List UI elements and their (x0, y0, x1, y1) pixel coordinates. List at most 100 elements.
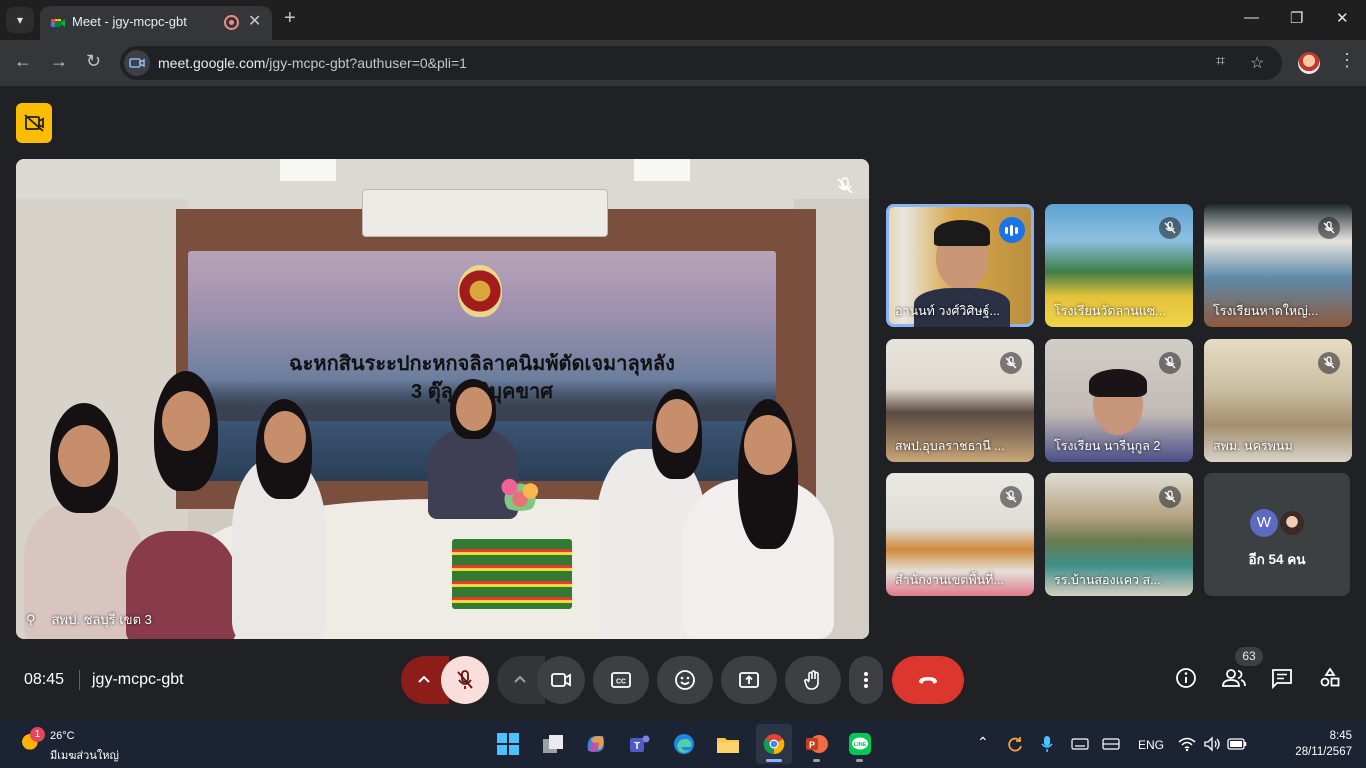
task-view-icon[interactable] (540, 731, 566, 757)
present-screen-button[interactable] (721, 656, 777, 704)
google-meet-icon (51, 19, 65, 27)
hang-up-icon (919, 677, 937, 684)
input-language-indicator[interactable]: ENG (1138, 738, 1164, 752)
new-tab-button[interactable]: + (284, 7, 296, 30)
svg-text:CC: CC (616, 679, 626, 686)
taskbar-clock[interactable]: 8:45 (1300, 730, 1352, 742)
minimize-button[interactable]: — (1244, 9, 1259, 26)
people-icon[interactable] (1221, 666, 1247, 690)
camera-toggle-button[interactable] (537, 656, 585, 704)
participant-tile[interactable]: โรงเรียนหาดใหญ่... (1204, 204, 1352, 327)
mic-off-icon (1318, 217, 1340, 239)
url-text[interactable]: meet.google.com/jgy-mcpc-gbt?authuser=0&… (158, 55, 467, 71)
weather-temperature[interactable]: 26°C (50, 730, 75, 742)
volume-icon[interactable] (1203, 736, 1221, 752)
emoji-icon (675, 670, 695, 690)
participant-label: โรงเรียนหาดใหญ่... (1213, 304, 1319, 318)
participant-count-badge: 63 (1235, 647, 1263, 666)
line-app-icon[interactable]: LINE (847, 731, 873, 757)
mic-off-icon (1159, 352, 1181, 374)
raise-hand-icon (804, 670, 819, 690)
svg-text:P: P (809, 740, 815, 750)
recording-indicator-icon (224, 15, 239, 30)
touch-keyboard-icon[interactable] (1102, 738, 1120, 750)
mic-off-icon (1318, 352, 1340, 374)
face (58, 425, 110, 487)
keyboard-icon[interactable] (1071, 738, 1089, 750)
microphone-toggle-button[interactable] (441, 656, 489, 704)
face (456, 387, 492, 431)
edge-icon[interactable] (671, 731, 697, 757)
restore-button[interactable]: ❐ (1290, 9, 1303, 27)
more-vert-icon (864, 672, 868, 688)
file-explorer-icon[interactable] (715, 731, 741, 757)
ceiling-light (634, 159, 690, 181)
hair (934, 220, 990, 246)
more-options-button[interactable] (849, 656, 883, 704)
main-video-tile[interactable]: ฉะหกสินระะปกะหกจลิลาคนิมพ้ตัดเจมาลุหลังจ… (16, 159, 869, 639)
battery-icon[interactable] (1227, 737, 1247, 751)
bookmark-star-icon[interactable]: ☆ (1250, 53, 1264, 73)
participant-label: รร.บ้านสองแคว ส... (1054, 573, 1161, 587)
mic-off-icon (457, 670, 473, 689)
show-hidden-icons-chevron-icon[interactable]: ⌃ (977, 734, 989, 751)
video-paused-alert-button[interactable] (16, 103, 52, 143)
participant-tile[interactable]: สพม. นครพนม (1204, 339, 1352, 462)
profile-avatar[interactable] (1298, 52, 1320, 74)
tab-title: Meet - jgy-mcpc-gbt (72, 14, 187, 29)
raise-hand-button[interactable] (785, 656, 841, 704)
face (162, 391, 210, 451)
close-window-button[interactable]: ✕ (1336, 9, 1349, 27)
running-app-indicator (813, 759, 820, 762)
powerpoint-icon[interactable]: P (804, 731, 830, 757)
participant-tile[interactable]: โรงเรียนวัดลานแซ... (1045, 204, 1193, 327)
browser-menu-icon[interactable]: ⋮ (1338, 50, 1356, 71)
meeting-details-icon[interactable] (1174, 666, 1198, 690)
chevron-up-icon (514, 675, 526, 683)
chat-icon[interactable] (1270, 666, 1294, 690)
sync-icon[interactable] (1006, 735, 1024, 753)
site-info-icon[interactable] (124, 50, 150, 76)
copilot-icon[interactable] (583, 731, 609, 757)
captions-button[interactable]: CC (593, 656, 649, 704)
mic-off-icon (1000, 486, 1022, 508)
participant-label: โรงเรียน นารีนุกูล 2 (1054, 439, 1161, 453)
activities-icon[interactable] (1318, 666, 1342, 690)
tab-search-button[interactable]: ▾ (6, 7, 34, 33)
participant-label: โรงเรียนวัดลานแซ... (1054, 304, 1166, 318)
flower-vase (494, 471, 546, 511)
participant-tile[interactable]: โรงเรียน นารีนุกูล 2 (1045, 339, 1193, 462)
face (744, 415, 792, 475)
address-bar[interactable]: meet.google.com/jgy-mcpc-gbt?authuser=0&… (120, 46, 1282, 80)
participant-tile[interactable]: สพป.อุบลราชธานี ... (886, 339, 1034, 462)
more-participants-tile[interactable]: W อีก 54 คน (1204, 473, 1350, 596)
meet-stage: ฉะหกสินระะปกะหกจลิลาคนิมพ้ตัดเจมาลุหลังจ… (0, 86, 1366, 720)
divider (79, 670, 80, 690)
teams-icon[interactable]: T (627, 731, 653, 757)
chrome-icon[interactable] (761, 731, 787, 757)
svg-text:LINE: LINE (854, 742, 867, 748)
reload-icon[interactable]: ↻ (86, 51, 101, 72)
participant-tile[interactable]: อานนท์ วงศ์วิศิษฐ์... (886, 204, 1034, 327)
meeting-code: jgy-mcpc-gbt (92, 671, 184, 688)
reactions-button[interactable] (657, 656, 713, 704)
participant-tile[interactable]: รร.บ้านสองแคว ส... (1045, 473, 1193, 596)
microphone-in-use-icon[interactable] (1040, 735, 1054, 753)
browser-tab-meet[interactable]: Meet - jgy-mcpc-gbt ✕ (40, 6, 272, 40)
close-tab-icon[interactable]: ✕ (248, 11, 261, 31)
forward-icon[interactable]: → (50, 51, 68, 72)
translate-icon[interactable]: ⌗ (1216, 53, 1225, 71)
windows-start-icon[interactable] (495, 731, 521, 757)
weather-alert-badge: 1 (30, 727, 45, 742)
taskbar-date[interactable]: 28/11/2567 (1286, 746, 1352, 758)
weather-description[interactable]: มีเมฆส่วนใหญ่ (50, 746, 119, 764)
back-icon[interactable]: ← (14, 51, 32, 72)
wifi-icon[interactable] (1178, 736, 1196, 752)
participant-tile[interactable]: สำนักงานเขตพื้นที่... (886, 473, 1034, 596)
present-screen-icon (739, 672, 759, 688)
leave-call-button[interactable] (892, 656, 964, 704)
face (656, 399, 698, 453)
ceiling-light (280, 159, 336, 181)
mic-off-icon (837, 177, 853, 194)
mic-off-icon (1000, 352, 1022, 374)
